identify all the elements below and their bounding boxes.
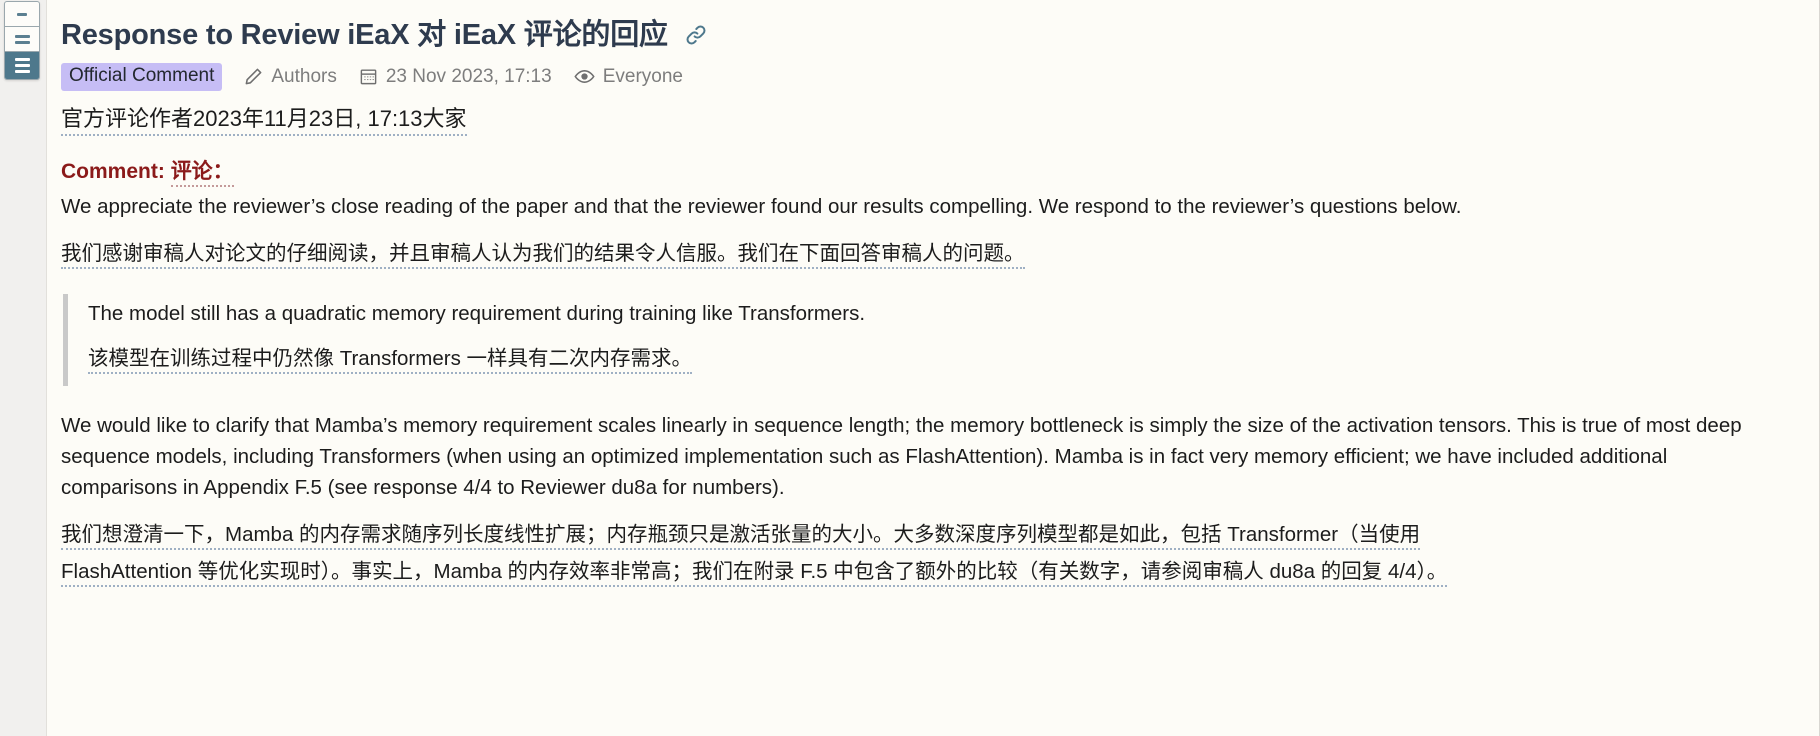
meta-translation: 官方评论作者2023年11月23日, 17:13大家	[61, 103, 467, 136]
comment-section-heading: Comment: 评论：	[61, 155, 1791, 187]
collapse-view-button[interactable]	[5, 2, 39, 27]
visibility-meta: Everyone	[574, 66, 683, 88]
date-label: 23 Nov 2023, 17:13	[385, 65, 552, 87]
chain-link-icon[interactable]	[684, 23, 708, 47]
paragraph-2-cn-line1: 我们想澄清一下，Mamba 的内存需求随序列长度线性扩展；内存瓶颈只是激活张量的…	[61, 523, 1421, 551]
three-lines-icon-third	[14, 70, 30, 73]
paragraph-1-cn: 我们感谢审稿人对论文的仔细阅读，并且审稿人认为我们的结果令人信服。我们在下面回答…	[61, 236, 1761, 272]
two-lines-icon-second	[14, 40, 30, 44]
three-lines-icon	[14, 58, 30, 61]
title-row: Response to Review iEaX 对 iEaX 评论的回应	[61, 18, 1791, 53]
two-lines-icon	[14, 34, 30, 38]
single-line-icon	[17, 12, 27, 16]
paragraph-2-en: We would like to clarify that Mamba’s me…	[61, 413, 1742, 500]
quote-en: The model still has a quadratic memory r…	[88, 302, 866, 326]
calendar-icon	[359, 67, 378, 86]
paragraph-1-en: We appreciate the reviewer’s close readi…	[61, 194, 1462, 218]
paragraph-2-cn-line2: FlashAttention 等优化实现时）。事实上，Mamba 的内存效率非常…	[61, 559, 1448, 587]
date-meta: 23 Nov 2023, 17:13	[359, 66, 552, 88]
comment-meta-row: Official Comment Authors 23 Nov 2023, 17…	[61, 62, 1791, 91]
comment-label-cn: 评论：	[170, 159, 234, 187]
eye-icon	[574, 66, 595, 87]
pencil-icon	[244, 67, 263, 86]
paragraph-1-cn-text: 我们感谢审稿人对论文的仔细阅读，并且审稿人认为我们的结果令人信服。我们在下面回答…	[61, 241, 1025, 269]
view-mode-toolbar[interactable]	[4, 1, 40, 80]
meta-translation-wrap: 官方评论作者2023年11月23日, 17:13大家	[61, 103, 1791, 155]
quote-cn: 该模型在训练过程中仍然像 Transformers 一样具有二次内存需求。	[88, 341, 1788, 377]
response-block: We would like to clarify that Mamba’s me…	[61, 410, 1791, 590]
reviewer-quote: The model still has a quadratic memory r…	[63, 294, 1791, 386]
authors-label: Authors	[271, 65, 337, 87]
quote-cn-text: 该模型在训练过程中仍然像 Transformers 一样具有二次内存需求。	[88, 347, 693, 375]
three-lines-icon-second	[14, 64, 30, 67]
comment-label-en: Comment:	[61, 159, 165, 183]
meta-translation-text: 官方评论作者2023年11月23日, 17:13大家	[61, 105, 467, 136]
visibility-label: Everyone	[602, 65, 683, 87]
paragraph-2-cn: 我们想澄清一下，Mamba 的内存需求随序列长度线性扩展；内存瓶颈只是激活张量的…	[61, 517, 1761, 590]
comment-card: Response to Review iEaX 对 iEaX 评论的回应 Off…	[46, 0, 1820, 736]
two-line-view-button[interactable]	[5, 27, 39, 52]
authors-meta[interactable]: Authors	[244, 65, 337, 88]
page-title: Response to Review iEaX 对 iEaX 评论的回应	[61, 19, 668, 51]
status-badge: Official Comment	[61, 62, 223, 91]
three-line-view-button[interactable]	[5, 52, 39, 79]
